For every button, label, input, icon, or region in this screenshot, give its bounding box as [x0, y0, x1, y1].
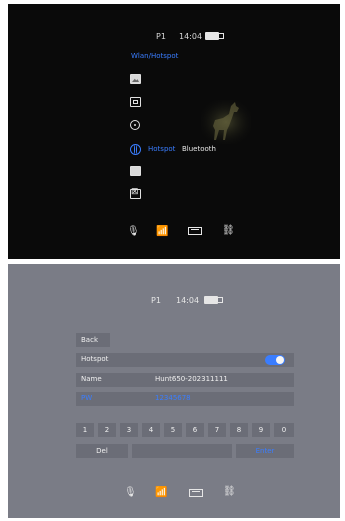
key-0[interactable]: 0 [274, 423, 294, 437]
numeric-keypad: 1 2 3 4 5 6 7 8 9 0 [76, 423, 294, 437]
key-3[interactable]: 3 [120, 423, 138, 437]
enter-key[interactable]: Enter [236, 444, 294, 458]
option-bluetooth[interactable]: Bluetooth [182, 145, 216, 153]
section-title: Wlan/Hotspot [131, 52, 179, 60]
link-icon[interactable]: ⛓ [223, 486, 236, 497]
wifi-icon[interactable]: 📶 [155, 487, 167, 498]
settings-icon[interactable] [130, 187, 141, 199]
key-6[interactable]: 6 [186, 423, 204, 437]
crosshair-icon[interactable] [130, 120, 140, 130]
folder-icon[interactable] [130, 166, 141, 176]
status-bar: P1 14:04 [8, 29, 340, 47]
deer-silhouette [201, 100, 251, 144]
battery-meter-icon[interactable] [189, 489, 203, 497]
name-label: Name [81, 375, 102, 383]
image-icon[interactable] [130, 74, 141, 84]
record-icon[interactable] [130, 97, 141, 107]
bottom-toolbar: 🎙 📶 ⛓ [8, 486, 340, 502]
name-field[interactable]: Name Hunt650-202311111 [76, 373, 294, 387]
battery-icon [204, 296, 223, 304]
key-9[interactable]: 9 [252, 423, 270, 437]
key-4[interactable]: 4 [142, 423, 160, 437]
menu-screen: P1 14:04 Wlan/Hotspot Hotspot Bluetooth … [8, 4, 340, 259]
key-2[interactable]: 2 [98, 423, 116, 437]
hotspot-settings-screen: P1 14:04 Back Hotspot Name Hunt650-20231… [8, 264, 340, 518]
hotspot-row[interactable]: Hotspot [76, 353, 294, 367]
link-icon[interactable]: ⛓ [222, 225, 235, 236]
key-1[interactable]: 1 [76, 423, 94, 437]
password-label: PW [81, 394, 93, 402]
back-button[interactable]: Back [76, 333, 110, 347]
key-5[interactable]: 5 [164, 423, 182, 437]
globe-icon[interactable] [130, 144, 141, 155]
battery-meter-icon[interactable] [188, 227, 202, 235]
bottom-toolbar: 🎙 📶 ⛓ [8, 225, 340, 242]
clock: 14:04 [176, 296, 200, 305]
mic-icon[interactable]: 🎙 [127, 226, 140, 237]
status-bar: P1 14:04 [8, 296, 340, 310]
name-value: Hunt650-202311111 [155, 375, 228, 383]
mic-icon[interactable]: 🎙 [124, 487, 137, 498]
profile-indicator: P1 [151, 296, 161, 305]
wifi-icon[interactable]: 📶 [156, 226, 168, 237]
space-key[interactable] [132, 444, 232, 458]
password-value: 12345678 [155, 394, 191, 402]
key-8[interactable]: 8 [230, 423, 248, 437]
hotspot-label: Hotspot [81, 355, 109, 363]
key-7[interactable]: 7 [208, 423, 226, 437]
battery-icon [205, 32, 224, 40]
clock: 14:04 [179, 32, 203, 41]
password-field[interactable]: PW 12345678 [76, 392, 294, 406]
hotspot-toggle[interactable] [265, 355, 285, 365]
option-hotspot[interactable]: Hotspot [148, 145, 175, 153]
profile-indicator: P1 [156, 32, 166, 41]
screenshot-canvas: P1 14:04 Wlan/Hotspot Hotspot Bluetooth … [0, 0, 345, 521]
delete-key[interactable]: Del [76, 444, 128, 458]
